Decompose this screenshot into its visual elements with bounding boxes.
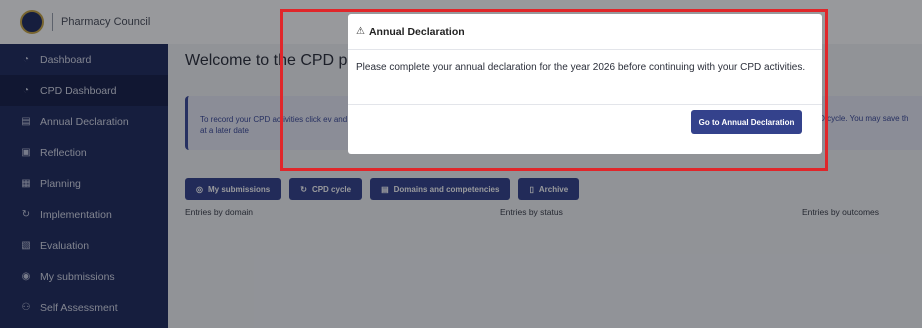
highlight-box — [280, 9, 828, 171]
